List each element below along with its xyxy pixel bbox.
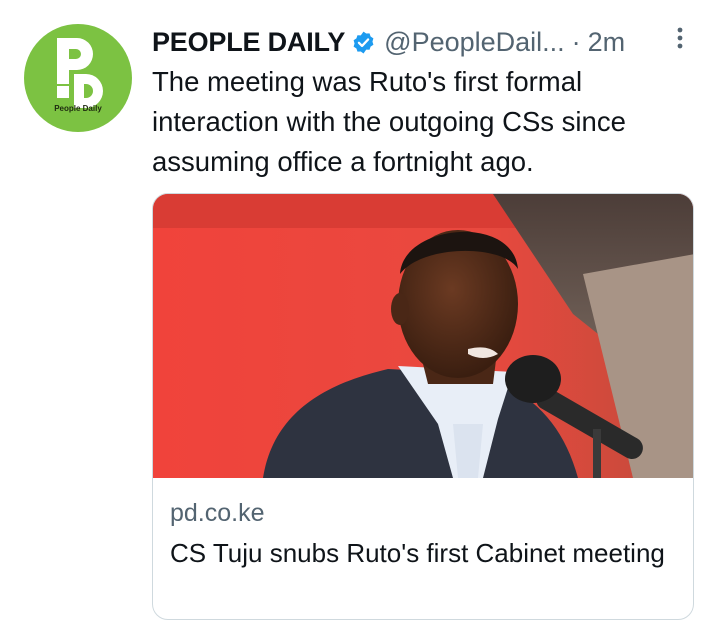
timestamp[interactable]: 2m <box>588 27 626 58</box>
avatar[interactable]: People Daily <box>24 24 132 132</box>
tweet-header: PEOPLE DAILY @PeopleDail... · 2m <box>152 22 692 62</box>
card-image[interactable] <box>153 194 693 478</box>
tweet-text: The meeting was Ruto's first formal inte… <box>152 66 626 177</box>
card-title[interactable]: CS Tuju snubs Ruto's first Cabinet meeti… <box>170 533 670 573</box>
user-handle[interactable]: @PeopleDail... <box>384 27 565 58</box>
separator-dot: · <box>571 26 581 57</box>
display-name[interactable]: PEOPLE DAILY <box>152 27 345 58</box>
more-options-icon[interactable] <box>670 24 690 56</box>
tweet[interactable]: People Daily PEOPLE DAILY @PeopleDail...… <box>0 0 720 633</box>
card-domain: pd.co.ke <box>170 499 265 527</box>
avatar-logo-text: People Daily <box>54 104 102 113</box>
people-daily-logo-icon <box>57 38 103 108</box>
link-card[interactable]: pd.co.ke CS Tuju snubs Ruto's first Cabi… <box>152 193 694 620</box>
verified-badge-icon <box>351 30 376 55</box>
